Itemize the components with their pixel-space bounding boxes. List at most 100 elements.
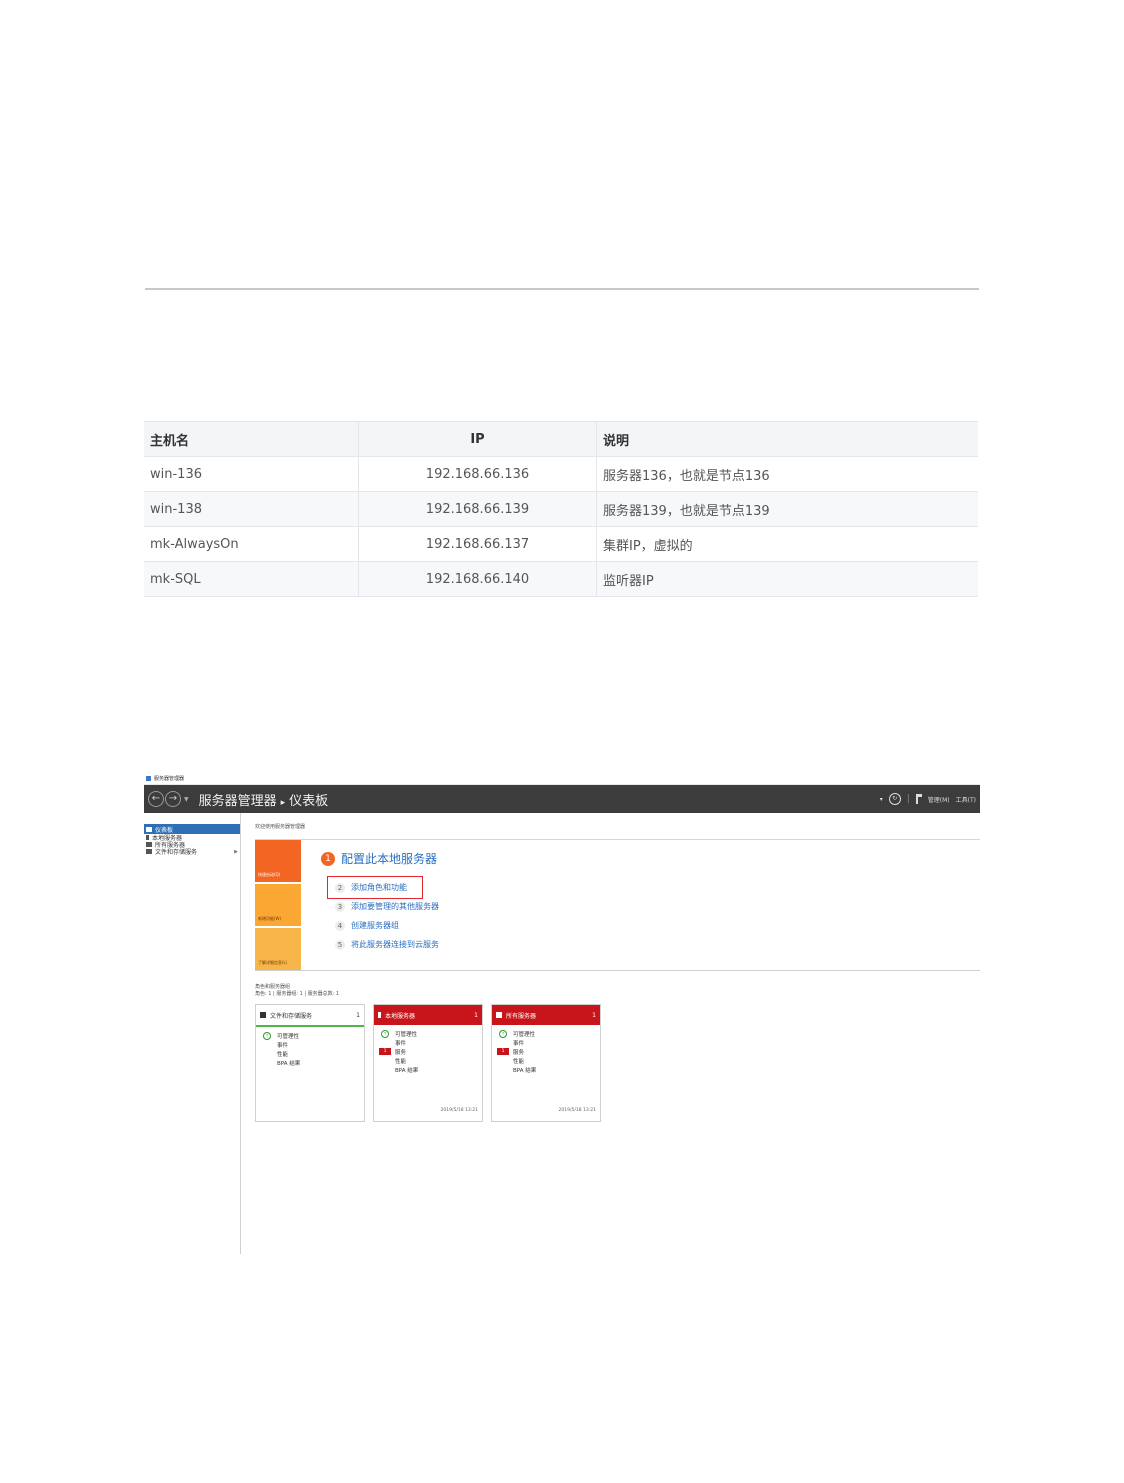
server-icon [378, 1012, 381, 1018]
alert-count-badge: 1 [379, 1048, 391, 1055]
add-roles-features-link[interactable]: 2 添加角色和功能 [327, 876, 423, 899]
cell-hostname: win-138 [144, 491, 359, 527]
roles-summary: 角色: 1 | 服务器组: 1 | 服务器总数: 1 [255, 991, 340, 997]
card-header[interactable]: 文件和存储服务 1 [256, 1005, 364, 1027]
quick-start-title: 配置此本地服务器 [341, 852, 438, 866]
cell-desc: 集群IP，虚拟的 [596, 526, 978, 562]
welcome-heading: 欢迎使用服务器管理器 [255, 824, 306, 830]
sidebar-item-label: 文件和存储服务 [155, 849, 198, 856]
breadcrumb-separator: ▸ [280, 797, 286, 808]
card-row-events[interactable]: 事件 [260, 1040, 360, 1049]
server-manager-app-icon [146, 775, 151, 781]
row-label: 事件 [395, 1040, 407, 1047]
card-row-manageability[interactable]: ↑ 可管理性 [260, 1031, 360, 1040]
ok-status-icon: ↑ [381, 1029, 389, 1038]
window-titlebar: 服务器管理器 [144, 772, 980, 785]
header-ip: IP [358, 421, 597, 457]
role-card-file-storage[interactable]: 文件和存储服务 1 ↑ 可管理性 事件 性能 BPA 结果 [255, 1004, 365, 1122]
card-rows: ↑ 可管理性 事件 性能 BPA 结果 [256, 1027, 364, 1067]
card-row-services[interactable]: 1 服务 [496, 1047, 596, 1056]
alert-count-badge: 1 [497, 1048, 509, 1055]
connect-cloud-link[interactable]: 5 将此服务器连接到云服务 [335, 935, 439, 954]
step-number: 2 [335, 882, 345, 893]
card-row-bpa[interactable]: BPA 结果 [260, 1058, 360, 1067]
card-row-services[interactable]: 1 服务 [378, 1047, 478, 1056]
quick-start-steps: 2 添加角色和功能 3 添加要管理的其他服务器 4 创建服务器组 5 将此服务器… [327, 876, 439, 954]
role-card-local-server[interactable]: 本地服务器 1 ↑ 可管理性 事件 1 服务 性能 BPA 结果 2019/5/18… [373, 1004, 483, 1122]
card-row-performance[interactable]: 性能 [378, 1056, 478, 1065]
ok-status-icon: ↑ [263, 1031, 271, 1040]
table-row: mk-SQL 192.168.66.140 监听器IP [144, 561, 978, 597]
card-row-performance[interactable]: 性能 [260, 1049, 360, 1058]
servers-icon [146, 842, 152, 847]
chevron-down-icon[interactable]: ▾ [880, 796, 883, 803]
card-row-events[interactable]: 事件 [378, 1038, 478, 1047]
row-label: 事件 [513, 1040, 525, 1047]
menu-tools[interactable]: 工具(T) [956, 795, 976, 804]
row-label: 可管理性 [513, 1031, 536, 1038]
step-number: 3 [335, 901, 345, 912]
cell-desc: 服务器139，也就是节点139 [596, 491, 978, 527]
card-row-events[interactable]: 事件 [496, 1038, 596, 1047]
step-number: 5 [335, 939, 345, 950]
tile-label: 快速启动(Q) [258, 872, 281, 877]
breadcrumb: 服务器管理器 ▸ 仪表板 [199, 790, 329, 809]
card-title: 文件和存储服务 [270, 1012, 313, 1020]
cell-ip: 192.168.66.136 [358, 456, 597, 492]
chevron-down-icon[interactable]: ▼ [184, 796, 189, 803]
card-rows: ↑ 可管理性 事件 1 服务 性能 BPA 结果 [492, 1025, 600, 1074]
cell-ip: 192.168.66.137 [358, 526, 597, 562]
card-row-performance[interactable]: 性能 [496, 1056, 596, 1065]
server-icon [146, 835, 149, 840]
refresh-icon[interactable]: ↻ [888, 793, 901, 805]
tile-label: 了解详细信息(L) [258, 960, 288, 965]
sidebar: 仪表板 本地服务器 所有服务器 文件和存储服务 ▶ [144, 813, 241, 1254]
row-label: 可管理性 [277, 1033, 300, 1040]
card-header[interactable]: 所有服务器 1 [492, 1005, 600, 1025]
storage-icon [260, 1012, 266, 1018]
card-row-manageability[interactable]: ↑ 可管理性 [496, 1029, 596, 1038]
row-label: 服务 [513, 1049, 525, 1056]
back-arrow-icon[interactable]: ← [148, 791, 164, 807]
quick-start-panel: 快速启动(Q) 新增功能(W) 了解详细信息(L) 1 配置此本地服务器 2 添… [255, 839, 980, 971]
menu-manage[interactable]: 管理(M) [928, 795, 950, 804]
dashboard-main: 欢迎使用服务器管理器 快速启动(Q) 新增功能(W) 了解详细信息(L) 1 配… [241, 813, 980, 1254]
breadcrumb-app[interactable]: 服务器管理器 [199, 794, 277, 809]
card-timestamp: 2019/5/18 13:21 [440, 1108, 478, 1113]
step-label: 添加要管理的其他服务器 [351, 902, 439, 911]
card-header[interactable]: 本地服务器 1 [374, 1005, 482, 1025]
table-header-row: 主机名 IP 说明 [144, 421, 978, 457]
card-row-bpa[interactable]: BPA 结果 [378, 1065, 478, 1074]
card-row-manageability[interactable]: ↑ 可管理性 [378, 1029, 478, 1038]
table-row: win-138 192.168.66.139 服务器139，也就是节点139 [144, 491, 978, 527]
step-label: 创建服务器组 [351, 921, 399, 930]
server-manager-screenshot: 服务器管理器 ← → ▼ 服务器管理器 ▸ 仪表板 ▾ ↻ | 管理(M) 工具(T… [144, 772, 980, 1254]
configure-local-server-link[interactable]: 1 配置此本地服务器 [321, 850, 437, 867]
card-row-bpa[interactable]: BPA 结果 [496, 1065, 596, 1074]
row-label: 事件 [277, 1042, 289, 1049]
flag-icon[interactable] [915, 794, 922, 804]
role-card-all-servers[interactable]: 所有服务器 1 ↑ 可管理性 事件 1 服务 性能 BPA 结果 2019/5/18… [491, 1004, 601, 1122]
header-actions: ▾ ↻ | 管理(M) 工具(T) [880, 793, 976, 805]
ok-status-icon: ↑ [499, 1029, 507, 1038]
step-label: 添加角色和功能 [351, 883, 407, 892]
card-count: 1 [474, 1011, 478, 1019]
card-timestamp: 2019/5/18 13:21 [558, 1108, 596, 1113]
add-servers-link[interactable]: 3 添加要管理的其他服务器 [335, 897, 439, 916]
chevron-right-icon[interactable]: ▶ [234, 849, 238, 855]
tile-label: 新增功能(W) [258, 916, 282, 921]
cell-hostname: mk-AlwaysOn [144, 526, 359, 562]
host-table: 主机名 IP 说明 win-136 192.168.66.136 服务器136，… [144, 421, 978, 597]
card-count: 1 [592, 1011, 596, 1019]
cell-hostname: win-136 [144, 456, 359, 492]
row-label: 性能 [513, 1058, 525, 1065]
tile-whats-new[interactable]: 新增功能(W) [255, 884, 301, 926]
row-label: 可管理性 [395, 1031, 418, 1038]
card-rows: ↑ 可管理性 事件 1 服务 性能 BPA 结果 [374, 1025, 482, 1074]
tile-quick-start[interactable]: 快速启动(Q) [255, 840, 301, 882]
tile-learn-more[interactable]: 了解详细信息(L) [255, 928, 301, 970]
divider: | [906, 794, 910, 804]
create-server-group-link[interactable]: 4 创建服务器组 [335, 916, 439, 935]
sidebar-item-file-storage[interactable]: 文件和存储服务 ▶ [144, 848, 240, 856]
forward-arrow-icon[interactable]: → [165, 791, 181, 807]
